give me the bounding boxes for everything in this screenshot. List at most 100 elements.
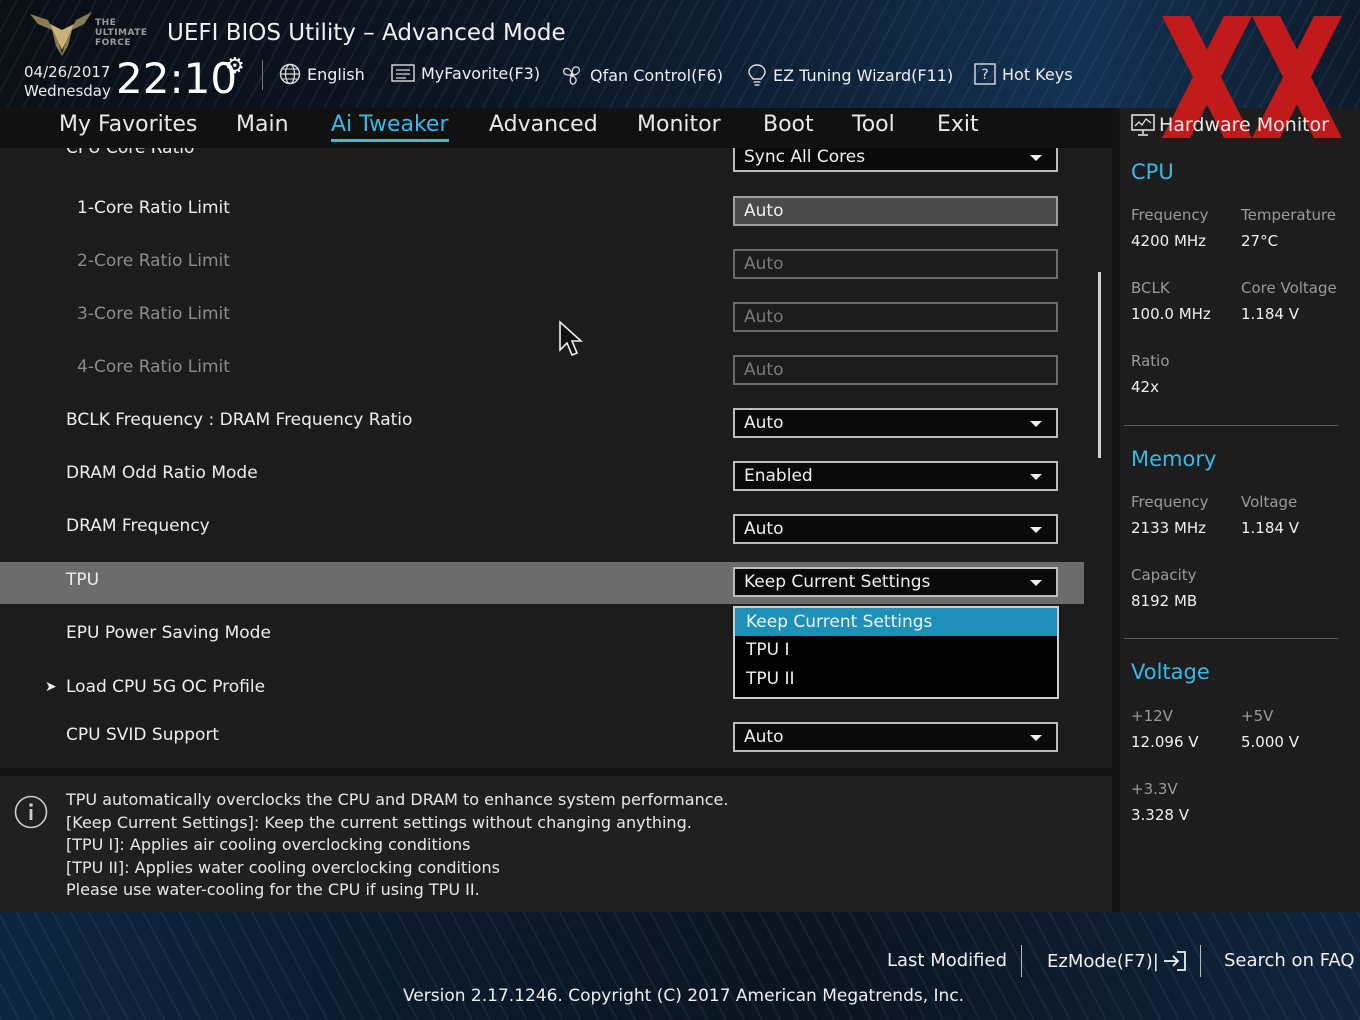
hm-ratio-label: Ratio <box>1131 352 1170 370</box>
hm-capacity-value: 8192 MB <box>1131 592 1198 610</box>
logo-text: THE ULTIMATE FORCE <box>95 18 148 48</box>
hm-cpu-temperature-label: Temperature <box>1241 206 1337 224</box>
hot-keys-button[interactable]: ? Hot Keys <box>974 63 1073 85</box>
hm-bclk-label: BCLK <box>1131 279 1170 297</box>
qfan-control-button[interactable]: Qfan Control(F6) <box>560 63 723 87</box>
question-box-icon: ? <box>974 63 996 85</box>
cpu-core-ratio-value: Sync All Cores <box>744 148 866 167</box>
hm-5v-label: +5V <box>1241 707 1274 725</box>
help-text-line: [Keep Current Settings]: Keep the curren… <box>66 813 692 832</box>
ez-tuning-wizard-button[interactable]: EZ Tuning Wizard(F11) <box>747 63 953 87</box>
tab-ai-tweaker[interactable]: Ai Tweaker <box>331 112 449 142</box>
chevron-down-icon <box>1030 474 1042 480</box>
cpu-svid-support-label: CPU SVID Support <box>66 725 220 745</box>
cpu-svid-support-select[interactable]: Auto <box>733 722 1058 752</box>
version-text: Version 2.17.1246. Copyright (C) 2017 Am… <box>403 986 965 1006</box>
core4-ratio-label: 4-Core Ratio Limit <box>77 357 230 377</box>
core1-ratio-input[interactable]: Auto <box>733 196 1058 226</box>
help-text-line: [TPU I]: Applies air cooling overclockin… <box>66 835 471 854</box>
last-modified-button[interactable]: Last Modified <box>887 950 1007 971</box>
myfavorite-button[interactable]: MyFavorite(F3) <box>391 63 540 83</box>
tab-my-favorites[interactable]: My Favorites <box>59 112 197 137</box>
hm-12v-label: +12V <box>1131 707 1173 725</box>
settings-scrollbar[interactable] <box>1098 272 1101 458</box>
hm-cpu-frequency-value: 4200 MHz <box>1131 232 1207 250</box>
dram-frequency-label: DRAM Frequency <box>66 516 210 536</box>
core2-ratio-label: 2-Core Ratio Limit <box>77 251 230 271</box>
search-faq-button[interactable]: Search on FAQ <box>1224 950 1355 971</box>
favorite-list-icon <box>391 64 415 82</box>
tab-exit[interactable]: Exit <box>937 112 979 137</box>
tpu-dropdown-list: Keep Current Settings TPU I TPU II <box>733 606 1059 699</box>
hm-divider <box>1124 425 1338 426</box>
cpu-core-ratio-select[interactable]: Sync All Cores <box>733 148 1058 172</box>
dram-odd-ratio-select[interactable]: Enabled <box>733 461 1058 491</box>
footer-divider <box>1200 945 1201 977</box>
cpu-core-ratio-label: CPU Core Ratio <box>66 148 195 158</box>
core1-ratio-label: 1-Core Ratio Limit <box>77 198 230 218</box>
tab-monitor[interactable]: Monitor <box>637 112 721 137</box>
hm-33v-value: 3.328 V <box>1131 806 1189 824</box>
clock-display[interactable]: 22:10 <box>116 54 237 103</box>
hot-keys-label: Hot Keys <box>1002 64 1073 84</box>
qfan-label: Qfan Control(F6) <box>590 65 723 85</box>
tab-advanced[interactable]: Advanced <box>489 112 598 137</box>
tpu-option-tpu-2[interactable]: TPU II <box>735 665 1057 693</box>
chevron-down-icon <box>1030 421 1042 427</box>
load-cpu-5g-profile-link[interactable]: Load CPU 5G OC Profile <box>66 677 265 697</box>
bclk-dram-ratio-label: BCLK Frequency : DRAM Frequency Ratio <box>66 410 413 430</box>
header-divider <box>262 60 263 90</box>
tab-tool[interactable]: Tool <box>852 112 895 137</box>
hm-cpu-temperature-value: 27°C <box>1241 232 1279 250</box>
core3-ratio-label: 3-Core Ratio Limit <box>77 304 230 324</box>
hm-ratio-value: 42x <box>1131 378 1159 396</box>
hm-mem-frequency-value: 2133 MHz <box>1131 519 1207 537</box>
exit-arrow-icon <box>1163 951 1186 971</box>
chevron-down-icon <box>1030 735 1042 741</box>
hm-bclk-value: 100.0 MHz <box>1131 305 1211 323</box>
core4-ratio-input: Auto <box>733 355 1058 385</box>
tpu-value: Keep Current Settings <box>744 572 931 592</box>
core3-ratio-input: Auto <box>733 302 1058 332</box>
tpu-option-tpu-1[interactable]: TPU I <box>735 636 1057 664</box>
dram-odd-ratio-label: DRAM Odd Ratio Mode <box>66 463 258 483</box>
hm-cpu-frequency-label: Frequency <box>1131 206 1209 224</box>
hm-12v-value: 12.096 V <box>1131 733 1199 751</box>
tpu-label: TPU <box>66 570 100 590</box>
hardware-monitor-title: Hardware Monitor <box>1159 114 1329 136</box>
dram-frequency-select[interactable]: Auto <box>733 514 1058 544</box>
tab-boot[interactable]: Boot <box>763 112 814 137</box>
ezmode-button[interactable]: EzMode(F7)| <box>1047 950 1187 972</box>
clock-settings-gear-icon[interactable]: ⚙ <box>225 54 245 79</box>
submenu-arrow-icon: ➤ <box>45 679 57 695</box>
cpu-core-ratio-row[interactable]: CPU Core Ratio Sync All Cores <box>0 148 1112 174</box>
app-title: UEFI BIOS Utility – Advanced Mode <box>167 20 566 46</box>
hm-mem-voltage-label: Voltage <box>1241 493 1298 511</box>
hm-mem-voltage-value: 1.184 V <box>1241 519 1299 537</box>
fan-icon <box>562 66 581 85</box>
core2-ratio-input: Auto <box>733 249 1058 279</box>
myfavorite-label: MyFavorite(F3) <box>421 63 541 83</box>
hm-capacity-label: Capacity <box>1131 566 1197 584</box>
bclk-dram-ratio-select[interactable]: Auto <box>733 408 1058 438</box>
tpu-option-keep-current[interactable]: Keep Current Settings <box>735 608 1057 636</box>
info-icon <box>14 795 48 829</box>
search-faq-label: Search on FAQ <box>1224 950 1355 971</box>
hm-divider <box>1124 638 1338 639</box>
hm-core-voltage-label: Core Voltage <box>1241 279 1337 297</box>
day-display: Wednesday <box>24 82 111 100</box>
tab-main[interactable]: Main <box>236 112 289 137</box>
epu-power-saving-label[interactable]: EPU Power Saving Mode <box>66 623 271 643</box>
tpu-select[interactable]: Keep Current Settings <box>733 567 1058 597</box>
ez-tuning-label: EZ Tuning Wizard(F11) <box>773 65 954 85</box>
date-display: 04/26/2017 <box>24 63 111 81</box>
chevron-down-icon <box>1030 155 1042 161</box>
language-button[interactable]: English <box>279 63 365 85</box>
hm-33v-label: +3.3V <box>1131 780 1178 798</box>
chevron-down-icon <box>1030 580 1042 586</box>
help-text-line: TPU automatically overclocks the CPU and… <box>66 790 729 809</box>
cpu-svid-support-value: Auto <box>744 727 784 747</box>
language-label: English <box>307 64 365 84</box>
svg-text:?: ? <box>981 67 988 83</box>
hm-memory-heading: Memory <box>1131 447 1217 471</box>
